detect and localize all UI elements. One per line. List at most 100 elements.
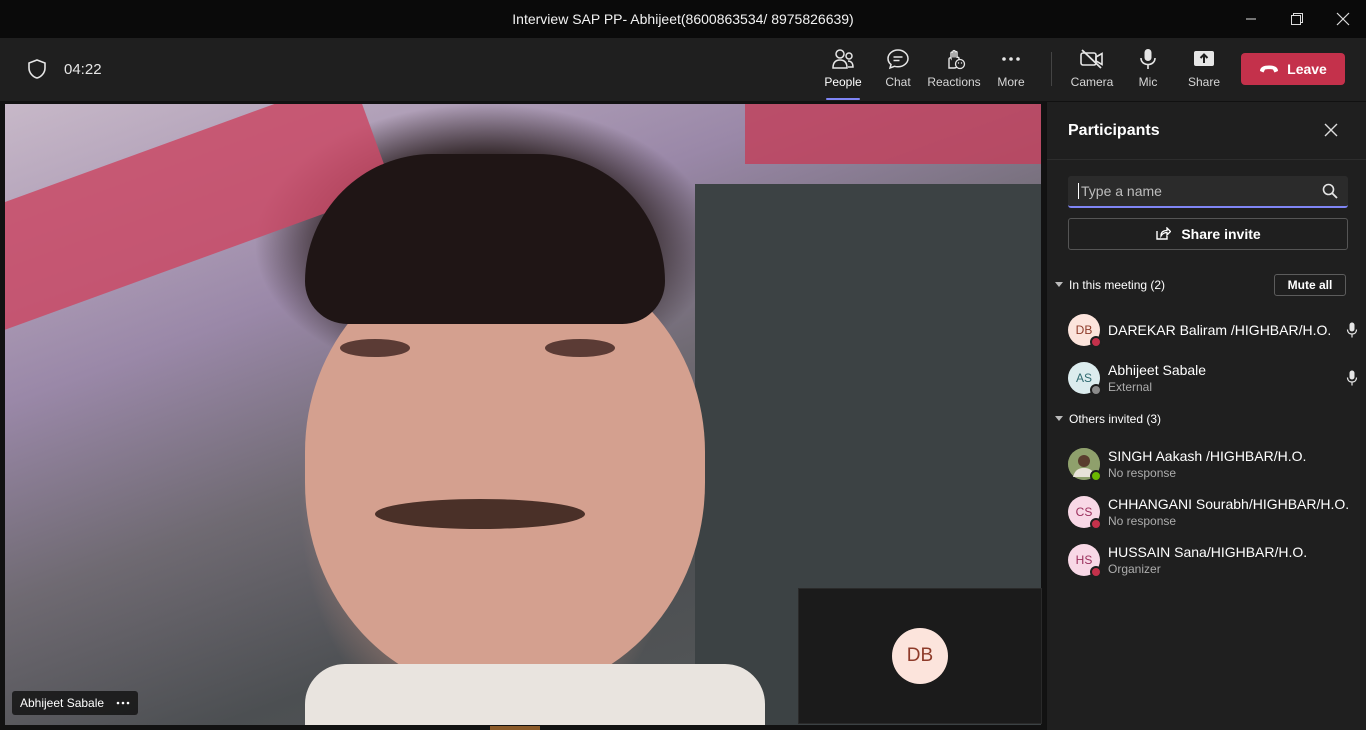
busy-status-icon [1090,518,1102,530]
share-link-icon [1156,227,1172,240]
participant-row[interactable]: AS Abhijeet Sabale External [1068,358,1358,398]
participant-row[interactable]: HS HUSSAIN Sana/HIGHBAR/H.O. Organizer [1068,540,1358,580]
reactions-icon [948,49,966,70]
participant-row[interactable]: DB DAREKAR Baliram /HIGHBAR/H.O. [1068,310,1358,350]
video-stage: Abhijeet Sabale DB [0,102,1046,730]
participant-eye [340,339,410,357]
share-button[interactable]: Share [1176,48,1232,94]
shield-icon[interactable] [26,58,48,80]
taskbar-indicator [490,726,540,730]
avatar-initials: HS [1075,553,1093,567]
more-button[interactable]: More [983,48,1039,94]
hang-up-icon [1260,65,1279,73]
share-invite-button[interactable]: Share invite [1068,218,1348,250]
participant-info: DAREKAR Baliram /HIGHBAR/H.O. [1108,322,1331,338]
camera-button[interactable]: Camera [1064,48,1120,94]
participant-name: HUSSAIN Sana/HIGHBAR/H.O. [1108,544,1308,560]
mic-label: Mic [1138,75,1158,89]
participant-shirt [305,664,765,725]
self-video-tile[interactable]: DB [798,588,1042,724]
chevron-down-icon [1055,282,1063,287]
participant-name: SINGH Aakash /HIGHBAR/H.O. [1108,448,1307,464]
people-button[interactable]: People [815,48,871,100]
participants-panel: Participants Share invite In this meetin… [1046,102,1366,730]
search-icon [1322,183,1338,199]
panel-header: Participants [1047,102,1366,160]
mic-icon [1140,49,1156,69]
participant-name: DAREKAR Baliram /HIGHBAR/H.O. [1108,322,1332,338]
close-panel-icon[interactable] [1324,123,1338,137]
mic-button[interactable]: Mic [1120,48,1176,94]
avatar: DB [1068,314,1102,348]
others-invited-section[interactable]: Others invited (3) [1055,412,1161,426]
participant-row[interactable]: SINGH Aakash /HIGHBAR/H.O. No response [1068,444,1358,484]
more-options-icon[interactable] [116,701,130,705]
leave-button[interactable]: Leave [1241,53,1345,85]
avatar-initials: AS [1075,371,1092,385]
in-meeting-label: In this meeting (2) [1069,278,1166,292]
share-icon [1194,51,1214,66]
participant-search[interactable] [1068,176,1348,208]
photo-avatar [1068,448,1102,482]
window-controls [1228,0,1366,38]
avatar: AS [1068,362,1102,396]
self-avatar: DB [892,628,948,684]
share-invite-label: Share invite [1181,226,1261,242]
people-label: People [824,75,862,89]
avatar-initials: CS [1075,505,1093,519]
reactions-label: Reactions [927,75,981,89]
chat-icon [887,49,909,70]
chat-button[interactable]: Chat [870,48,926,94]
participant-row[interactable]: CS CHHANGANI Sourabh/HIGHBAR/H.O. No res… [1068,492,1358,532]
chevron-down-icon [1055,416,1063,421]
avatar-initials: DB [1075,323,1093,337]
offline-status-icon [1090,384,1102,396]
avatar: CS [1068,496,1102,530]
leave-label: Leave [1287,61,1327,77]
others-invited-label: Others invited (3) [1069,412,1162,426]
participant-status: No response [1108,514,1177,528]
participant-info: HUSSAIN Sana/HIGHBAR/H.O. Organizer [1108,544,1307,576]
background-stripe [745,104,1041,164]
more-label: More [997,75,1025,89]
close-window-button[interactable] [1320,0,1366,38]
minimize-icon [1246,18,1256,20]
participant-name: Abhijeet Sabale [1108,362,1207,378]
participant-name: CHHANGANI Sourabh/HIGHBAR/H.O. [1108,496,1350,512]
share-label: Share [1187,75,1221,89]
speaker-name-tag: Abhijeet Sabale [12,691,139,715]
meeting-toolbar: 04:22 People Chat Reactions More Camera … [0,38,1366,102]
meeting-info: 04:22 [26,58,102,80]
participant-status: No response [1108,466,1177,480]
panel-title: Participants [1068,122,1160,139]
avatar: HS [1068,544,1102,578]
busy-status-icon [1090,336,1102,348]
maximize-button[interactable] [1274,0,1320,38]
participant-info: SINGH Aakash /HIGHBAR/H.O. No response [1108,448,1306,480]
reactions-button[interactable]: Reactions [926,48,982,94]
participant-eye [545,339,615,357]
window-title: Interview SAP PP- Abhijeet(8600863534/ 8… [512,11,854,27]
search-input[interactable] [1078,183,1322,199]
minimize-button[interactable] [1228,0,1274,38]
camera-off-icon [1080,49,1103,69]
active-tab-indicator [826,98,860,100]
close-icon [1336,12,1350,26]
mute-all-button[interactable]: Mute all [1274,274,1346,296]
title-bar: Interview SAP PP- Abhijeet(8600863534/ 8… [0,0,1366,38]
participant-hair [305,154,665,324]
meeting-timer: 04:22 [64,60,102,78]
chat-label: Chat [885,75,911,89]
toolbar-divider [1051,52,1052,86]
busy-status-icon [1090,566,1102,578]
in-meeting-section[interactable]: In this meeting (2) [1055,278,1165,292]
mic-icon [1346,322,1358,338]
people-icon [832,49,854,69]
participant-mustache [375,499,585,529]
participant-role: Organizer [1108,562,1161,576]
available-status-icon [1090,470,1102,482]
camera-label: Camera [1070,75,1114,89]
restore-icon [1291,13,1303,25]
mic-icon [1346,370,1358,386]
participant-info: CHHANGANI Sourabh/HIGHBAR/H.O. No respon… [1108,496,1349,528]
